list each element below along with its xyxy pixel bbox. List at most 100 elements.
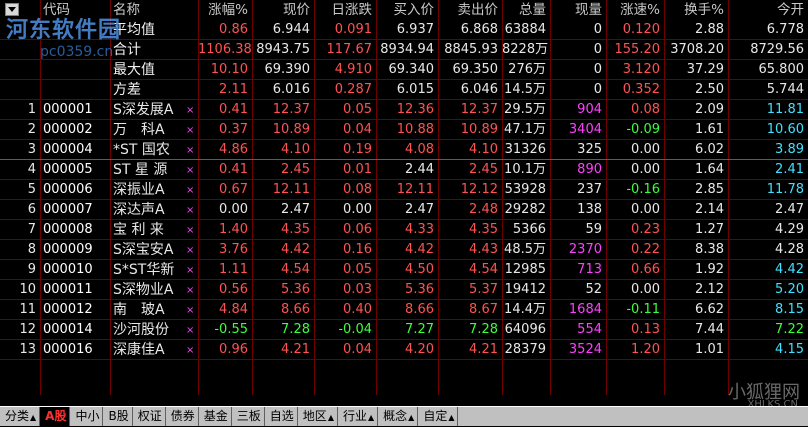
table-row[interactable]: 12 000014 沙河股份 × -0.55 7.28 -0.04 7.27 7.28 64096… <box>0 320 808 340</box>
tab-6[interactable]: 基金 <box>199 407 232 426</box>
turnover-value: 1.61 <box>695 122 724 137</box>
ask-value: 12.37 <box>460 102 498 117</box>
alert-mark-icon: × <box>186 325 195 336</box>
volume-value: 47.1万 <box>504 122 546 137</box>
open-value: 10.60 <box>766 122 804 137</box>
alert-mark-icon: × <box>186 205 195 216</box>
last-vol-value: 59 <box>585 222 602 237</box>
table-row[interactable]: 1 000001 S深发展A × 0.41 12.37 0.05 12.36 12.37 29.5… <box>0 100 808 120</box>
tab-4[interactable]: 权证 <box>133 407 166 426</box>
tab-0[interactable]: 分类▲ <box>0 407 41 426</box>
tab-8[interactable]: 自选 <box>265 407 298 426</box>
ask-value: 8.67 <box>469 302 498 317</box>
stock-name[interactable]: S深物业A <box>110 280 184 300</box>
tab-12[interactable]: 自定▲ <box>418 407 459 426</box>
table-row[interactable]: 13 000016 深康佳A × 0.96 4.21 0.04 4.20 4.21 28379 35… <box>0 340 808 360</box>
stats-row: 最大值 10.10 69.390 4.910 69.340 69.350 276万 0 3.12… <box>0 60 808 80</box>
header-ask[interactable]: 卖出价 <box>438 0 502 20</box>
open-value: 2.41 <box>775 162 804 177</box>
stock-name[interactable]: 南 玻A <box>110 300 184 320</box>
table-row[interactable]: 5 000006 深振业A × 0.67 12.11 0.08 12.11 12.12 53928… <box>0 180 808 200</box>
stock-name[interactable]: ST 星 源 <box>110 160 184 180</box>
stock-name[interactable]: 沙河股份 <box>110 320 184 340</box>
header-bid[interactable]: 买入价 <box>376 0 438 20</box>
table-row[interactable]: 4 000005 ST 星 源 × 0.41 2.45 0.01 2.44 2.45 10.1万 8… <box>0 160 808 180</box>
header-speed[interactable]: 涨速% <box>606 0 664 20</box>
open-value: 4.42 <box>775 262 804 277</box>
table-row[interactable]: 11 000012 南 玻A × 4.84 8.66 0.40 8.66 8.67 14.4万 16… <box>0 300 808 320</box>
volume-value: 64096 <box>504 322 546 337</box>
stats-turnover: 37.29 <box>686 62 724 77</box>
table-row[interactable]: 2 000002 万 科A × 0.37 10.89 0.04 10.88 10.89 47.1万… <box>0 120 808 140</box>
price-value: 12.11 <box>272 182 310 197</box>
header-day-change[interactable]: 日涨跌 <box>314 0 376 20</box>
table-row[interactable]: 9 000010 S*ST华新 × 1.11 4.54 0.05 4.50 4.54 12985 7… <box>0 260 808 280</box>
stats-change-pct: 1106.38 <box>198 42 252 57</box>
change-pct-value: 3.76 <box>219 242 248 257</box>
turnover-value: 7.44 <box>695 322 724 337</box>
stock-name[interactable]: S深宝安A <box>110 240 184 260</box>
stock-name[interactable]: 深振业A <box>110 180 184 200</box>
stock-code: 000002 <box>43 122 93 137</box>
bid-value: 4.42 <box>405 242 434 257</box>
table-row[interactable]: 8 000009 S深宝安A × 3.76 4.42 0.16 4.42 4.43 48.5万 23… <box>0 240 808 260</box>
price-value: 2.45 <box>281 162 310 177</box>
speed-value: 0.00 <box>631 282 660 297</box>
tab-10[interactable]: 行业▲ <box>338 407 379 426</box>
speed-value: 0.13 <box>631 322 660 337</box>
stats-turnover: 2.50 <box>695 82 724 97</box>
stock-name[interactable]: S深发展A <box>110 100 184 120</box>
day-change-value: 0.05 <box>343 262 372 277</box>
header-last-vol[interactable]: 现量 <box>550 0 606 20</box>
price-value: 7.28 <box>281 322 310 337</box>
stats-label: 合计 <box>113 42 141 58</box>
tab-7[interactable]: 三板 <box>232 407 265 426</box>
tab-3[interactable]: B股 <box>103 407 133 426</box>
stock-name[interactable]: 深康佳A <box>110 340 184 360</box>
header-price[interactable]: 现价 <box>252 0 314 20</box>
volume-value: 29282 <box>504 202 546 217</box>
speed-value: 0.66 <box>631 262 660 277</box>
table-row[interactable]: 10 000011 S深物业A × 0.56 5.36 0.03 5.36 5.37 19412 5… <box>0 280 808 300</box>
header-change-pct[interactable]: 涨幅% <box>198 0 252 20</box>
stats-volume: 14.5万 <box>504 82 546 97</box>
stock-code: 000011 <box>43 282 93 297</box>
stats-price: 6.944 <box>272 22 310 37</box>
change-pct-value: 0.67 <box>219 182 248 197</box>
turnover-value: 1.92 <box>695 262 724 277</box>
watermark-top: 河东软件园 <box>6 17 122 43</box>
stock-name[interactable]: S*ST华新 <box>110 260 184 280</box>
stats-change-pct: 0.86 <box>219 22 248 37</box>
speed-value: -0.11 <box>626 302 660 317</box>
stock-name[interactable]: 宝 利 来 <box>110 220 184 240</box>
row-separator <box>0 39 808 40</box>
table-row[interactable]: 6 000007 深达声A × 0.00 2.47 0.00 2.47 2.48 29282 138… <box>0 200 808 220</box>
turnover-value: 2.14 <box>695 202 724 217</box>
header-turnover[interactable]: 换手% <box>664 0 728 20</box>
turnover-value: 1.64 <box>695 162 724 177</box>
stock-name[interactable]: 深达声A <box>110 200 184 220</box>
open-value: 5.20 <box>775 282 804 297</box>
bid-value: 12.36 <box>396 102 434 117</box>
stats-day-change: 0.287 <box>334 82 372 97</box>
row-number: 13 <box>19 342 36 357</box>
tab-9[interactable]: 地区▲ <box>298 407 338 426</box>
header-volume[interactable]: 总量 <box>502 0 550 20</box>
stats-open: 6.778 <box>766 22 804 37</box>
table-row[interactable]: 3 000004 *ST 国农 × 4.86 4.10 0.19 4.08 4.10 31326 3… <box>0 140 808 160</box>
header-open[interactable]: 今开 <box>728 0 808 20</box>
stock-name[interactable]: *ST 国农 <box>110 140 184 160</box>
row-separator <box>0 199 808 200</box>
table-row[interactable]: 7 000008 宝 利 来 × 1.40 4.35 0.06 4.33 4.35 5366 59 0… <box>0 220 808 240</box>
tab-5[interactable]: 债券 <box>166 407 199 426</box>
tab-11[interactable]: 概念▲ <box>378 407 419 426</box>
alert-mark-icon: × <box>186 145 195 156</box>
header-name[interactable]: 名称 <box>110 0 198 20</box>
open-value: 11.81 <box>766 102 804 117</box>
alert-mark-icon: × <box>186 245 195 256</box>
stock-name[interactable]: 万 科A <box>110 120 184 140</box>
day-change-value: 0.40 <box>343 302 372 317</box>
tab-2[interactable]: 中小 <box>70 407 104 426</box>
tab-1[interactable]: A股 <box>40 407 71 426</box>
volume-value: 12985 <box>504 262 546 277</box>
